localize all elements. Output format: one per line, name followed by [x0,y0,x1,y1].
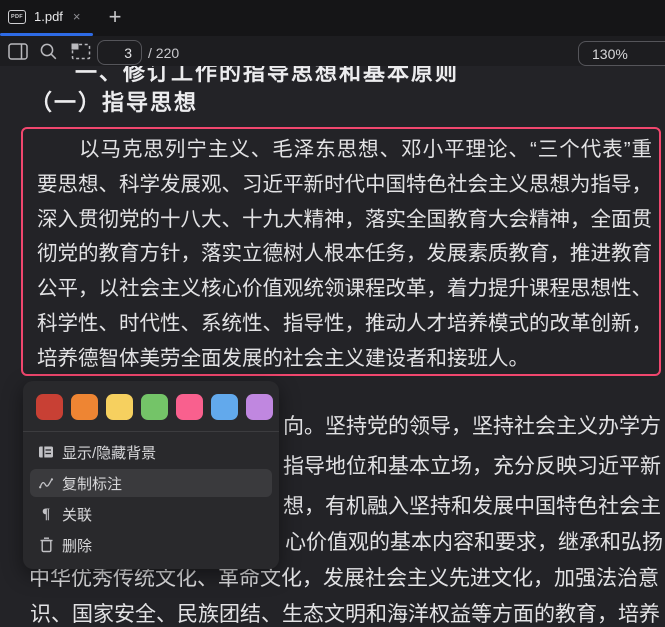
color-swatch-orange[interactable] [71,394,98,420]
scribble-icon [38,475,54,491]
section-heading: 一、修订工作的指导思想和基本原则 [75,66,460,85]
color-swatch-pink[interactable] [176,394,203,420]
menu-item-label: 关联 [62,506,93,524]
subsection-heading: （一）指导思想 [30,90,199,115]
color-swatch-green[interactable] [141,394,168,420]
menu-item-label: 复制标注 [62,475,123,493]
highlight-annotation-box[interactable]: 以马克思列宁主义、毛泽东思想、邓小平理论、“三个代表”重 要思想、科学发展观、习… [21,127,661,376]
search-icon [40,43,56,59]
highlight-text-line: 要思想、科学发展观、习近平新时代中国特色社会主义思想为指导， [37,172,652,196]
highlight-text-line: 公平，以社会主义核心价值观统领课程改革，着力提升课程思想性、 [37,277,652,301]
pdf-file-icon: PDF [8,9,26,24]
new-tab-button[interactable]: + [100,2,130,32]
page-number-input[interactable]: 3 [97,40,142,65]
body-text-line: 想，有机融入坚持和发展中国特色社会主 [283,495,661,518]
tab-1pdf[interactable]: PDF 1.pdf × [0,0,91,33]
body-text-line: 心价值观的基本内容和要求，继承和弘扬 [285,531,663,554]
active-tab-indicator [0,33,93,36]
menu-item-link[interactable]: ¶ 关联 [30,500,272,528]
highlight-text-line: 深入贯彻党的十八大、十九大精神，落实全国教育大会精神，全面贯 [37,207,652,231]
color-swatch-purple[interactable] [246,394,273,420]
body-text-line: 识、国家安全、民族团结、生态文明和海洋权益等方面的教育，培养 [30,603,660,626]
menu-item-delete[interactable]: 删除 [30,531,272,559]
marquee-select-icon [71,43,91,59]
body-text-line: 指导地位和基本立场，充分反映习近平新 [283,455,661,478]
search-button[interactable] [36,39,60,63]
highlight-text-line: 科学性、时代性、系统性、指导性，推动人才培养模式的改革创新， [37,311,652,335]
toolbar: 3 / 220 130% [0,36,665,66]
menu-item-label: 删除 [62,537,93,555]
highlight-text-line: 彻党的教育方针，落实立德树人根本任务，发展素质教育，推进教育 [37,242,652,266]
annotation-context-menu: 显示/隐藏背景 复制标注 ¶ 关联 删除 [23,381,279,569]
page-total-label: / 220 [148,44,180,61]
document-page: 一、修订工作的指导思想和基本原则 （一）指导思想 以马克思列宁主义、毛泽东思想、… [0,66,665,627]
menu-item-copy-annotation[interactable]: 复制标注 [30,469,272,497]
area-select-button[interactable] [69,39,93,63]
pdf-viewer-window: PDF 1.pdf × + 3 / 220 130% 一、修订工作的指导思想和基… [0,0,665,627]
tab-close-icon[interactable]: × [73,9,81,24]
menu-item-label: 显示/隐藏背景 [62,444,157,462]
color-swatch-blue[interactable] [211,394,238,420]
menu-divider [23,431,279,432]
highlight-text-line: 培养德智体美劳全面发展的社会主义建设者和接班人。 [37,346,529,370]
background-icon [38,444,54,460]
body-text-line: 中华优秀传统文化、革命文化，发展社会主义先进文化，加强法治意 [29,567,659,590]
menu-item-toggle-background[interactable]: 显示/隐藏背景 [30,438,272,466]
zoom-level-control[interactable]: 130% [578,41,665,66]
pilcrow-icon: ¶ [41,505,51,522]
tab-bar: PDF 1.pdf × + [0,0,665,36]
color-swatch-red[interactable] [36,394,63,420]
trash-icon [38,537,54,553]
color-swatch-yellow[interactable] [106,394,133,420]
highlight-text-line: 以马克思列宁主义、毛泽东思想、邓小平理论、“三个代表”重 [79,138,652,161]
tab-title: 1.pdf [34,9,63,24]
body-text-line: 向。坚持党的领导，坚持社会主义办学方 [283,415,661,438]
sidebar-toggle-icon [8,42,28,60]
color-swatch-row [23,394,279,420]
sidebar-toggle-button[interactable] [6,39,30,63]
